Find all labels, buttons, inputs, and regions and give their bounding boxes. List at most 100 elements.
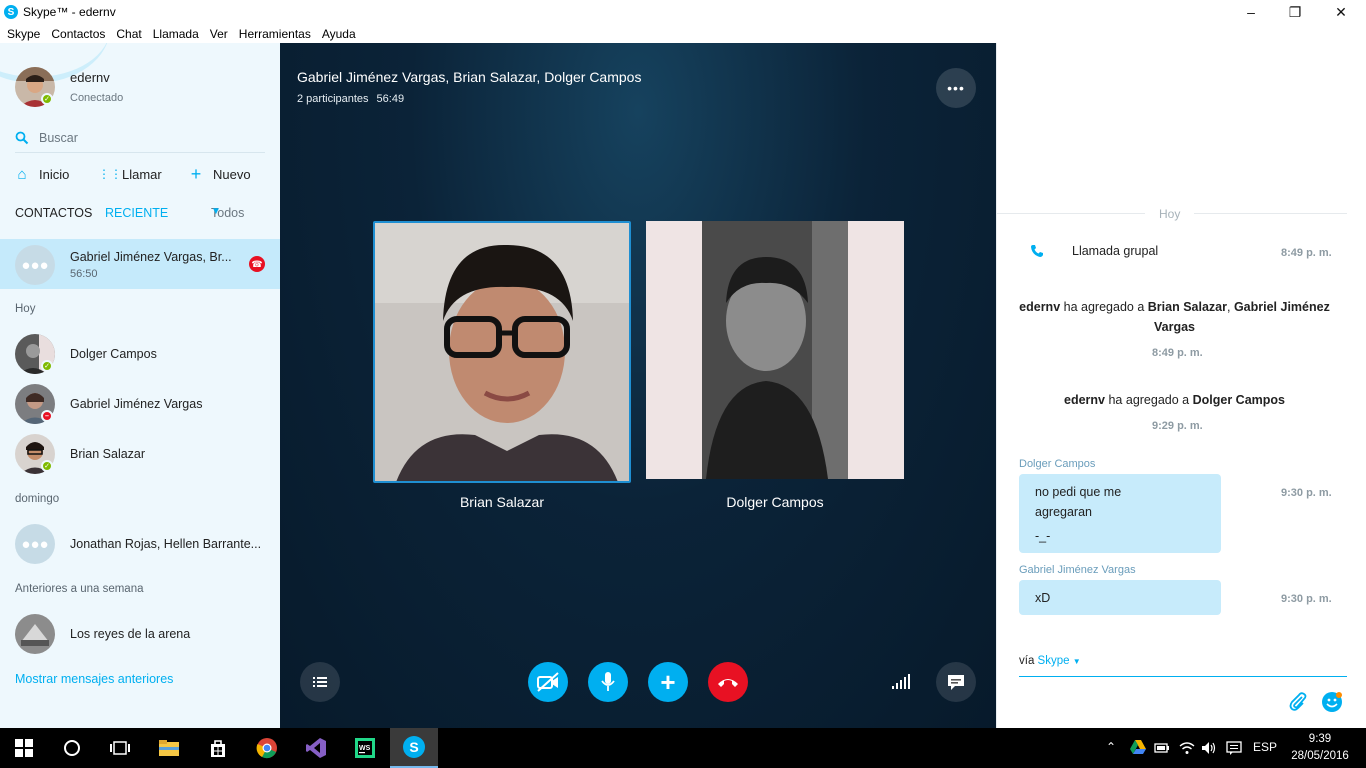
skype-logo-icon: S [4,5,18,19]
search-box[interactable]: Buscar [15,123,265,153]
emoticon-button[interactable] [1322,692,1342,712]
menu-tools[interactable]: Herramientas [239,27,311,41]
participant-tile[interactable]: Dolger Campos [646,221,904,510]
webstorm-button[interactable]: WS [341,728,389,768]
start-button[interactable] [0,728,48,768]
action-center-icon[interactable] [1226,741,1242,755]
via-service-label: Skype [1037,655,1070,667]
menu-contacts[interactable]: Contactos [51,27,105,41]
menu-call[interactable]: Llamada [153,27,199,41]
via-service-dropdown[interactable]: Skype ▼ [1038,655,1081,667]
signal-strength-icon[interactable] [892,673,912,689]
section-sunday: domingo [15,493,60,505]
chat-panel: Hoy Llamada grupal 8:49 p. m. edernv ha … [996,43,1366,728]
microphone-button[interactable] [588,662,628,702]
message-time: 8:49 p. m. [1152,347,1203,359]
home-button[interactable]: ⌂ Inicio [15,164,69,184]
participant-tile[interactable]: Brian Salazar [373,221,631,510]
contact-item[interactable]: ✓ Brian Salazar [0,429,280,479]
chrome-button[interactable] [243,728,291,768]
conversation-item[interactable]: ●●● Jonathan Rojas, Hellen Barrante... [0,519,280,569]
call-area: Gabriel Jiménez Vargas, Brian Salazar, D… [280,43,996,728]
menu-help[interactable]: Ayuda [322,27,356,41]
menu-chat[interactable]: Chat [116,27,141,41]
participant-name: Dolger Campos [726,494,824,510]
google-drive-icon[interactable] [1130,740,1146,754]
battery-icon[interactable] [1154,742,1170,754]
visual-studio-button[interactable] [292,728,340,768]
input-language[interactable]: ESP [1253,740,1277,754]
message-bubble[interactable]: xD [1019,580,1221,615]
call-active-icon: ☎ [249,256,265,272]
video-toggle-button[interactable] [528,662,568,702]
close-button[interactable]: ✕ [1318,0,1364,24]
new-button[interactable]: + Nuevo [189,164,251,184]
call-info: 2 participantes 56:49 [297,93,404,105]
volume-icon[interactable] [1201,741,1217,755]
window-title: Skype™ - edernv [23,5,116,19]
profile-name[interactable]: edernv [70,70,110,85]
menu-skype[interactable]: Skype [7,27,40,41]
more-options-button[interactable]: ••• [936,68,976,108]
message-bubble[interactable]: no pedi que me agregaran -_- [1019,474,1221,553]
add-button[interactable]: + [648,662,688,702]
webstorm-icon: WS [355,738,375,758]
clock[interactable]: 9:39 28/05/2016 [1290,731,1350,765]
profile-status[interactable]: Conectado [70,92,123,104]
system-message: edernv ha agregado a Brian Salazar, Gabr… [1017,297,1332,337]
phone-icon [1031,245,1043,257]
show-older-messages-link[interactable]: Mostrar mensajes anteriores [15,672,173,686]
contact-item[interactable]: ✓ Dolger Campos [0,329,280,379]
tab-recent[interactable]: RECIENTE [105,206,168,220]
tab-contacts[interactable]: CONTACTOS [15,206,92,220]
list-icon [313,677,327,687]
conversation-name: Jonathan Rojas, Hellen Barrante... [70,537,262,551]
contact-name: Dolger Campos [70,347,157,361]
minimize-button[interactable]: – [1228,0,1274,24]
contact-item[interactable]: – Gabriel Jiménez Vargas [0,379,280,429]
participants-list-button[interactable] [300,662,340,702]
ellipsis-icon: ••• [947,80,965,96]
chat-toggle-button[interactable] [936,662,976,702]
group-call-label: Llamada grupal [1072,244,1159,258]
group-avatar-icon: ●●● [15,524,55,564]
conversation-item-active[interactable]: ●●● Gabriel Jiménez Vargas, Br... 56:50 … [0,239,280,289]
system-message: edernv ha agregado a Dolger Campos [1017,390,1332,410]
video-off-icon [537,672,559,692]
call-duration: 56:49 [376,93,405,105]
search-input[interactable]: Buscar [39,131,78,145]
hang-up-button[interactable] [708,662,748,702]
restore-button[interactable]: ❐ [1272,0,1318,24]
day-label: Hoy [1145,207,1195,221]
attachment-icon[interactable] [1289,691,1307,711]
svg-text:WS: WS [359,745,371,752]
file-explorer-button[interactable] [145,728,193,768]
microphone-icon [601,672,615,691]
emoticon-icon [1326,692,1342,708]
search-icon [15,131,29,144]
message-time: 9:29 p. m. [1152,420,1203,432]
chat-bubble-icon [948,675,964,690]
menu-view[interactable]: Ver [210,27,228,41]
menu-bar: Skype Contactos Chat Llamada Ver Herrami… [0,24,1366,43]
show-hidden-icons-button[interactable]: ⌃ [1106,740,1116,754]
name-separator: , [1226,300,1231,314]
sidebar: ✓ edernv Conectado Buscar ⌂ Inicio ⋮⋮ Ll… [0,43,280,728]
message-text: no pedi que me [1035,485,1122,499]
plus-icon: + [190,163,202,184]
message-sender: Gabriel Jiménez Vargas [1019,564,1136,576]
group-avatar-icon: ●●● [15,245,55,285]
cortana-button[interactable] [48,728,96,768]
wifi-icon[interactable] [1179,741,1195,755]
skype-taskbar-button[interactable]: S [390,728,438,768]
online-status-icon: ✓ [41,360,53,372]
conversation-item[interactable]: Los reyes de la arena [0,609,280,659]
call-button[interactable]: ⋮⋮ Llamar [98,164,162,184]
busy-status-icon: – [41,410,53,422]
task-view-button[interactable] [96,728,144,768]
store-button[interactable] [194,728,242,768]
message-input[interactable]: vía Skype ▼ [1019,655,1347,677]
online-status-icon: ✓ [41,460,53,472]
windows-logo-icon [15,739,33,757]
participant-name: Brian Salazar [459,494,545,510]
